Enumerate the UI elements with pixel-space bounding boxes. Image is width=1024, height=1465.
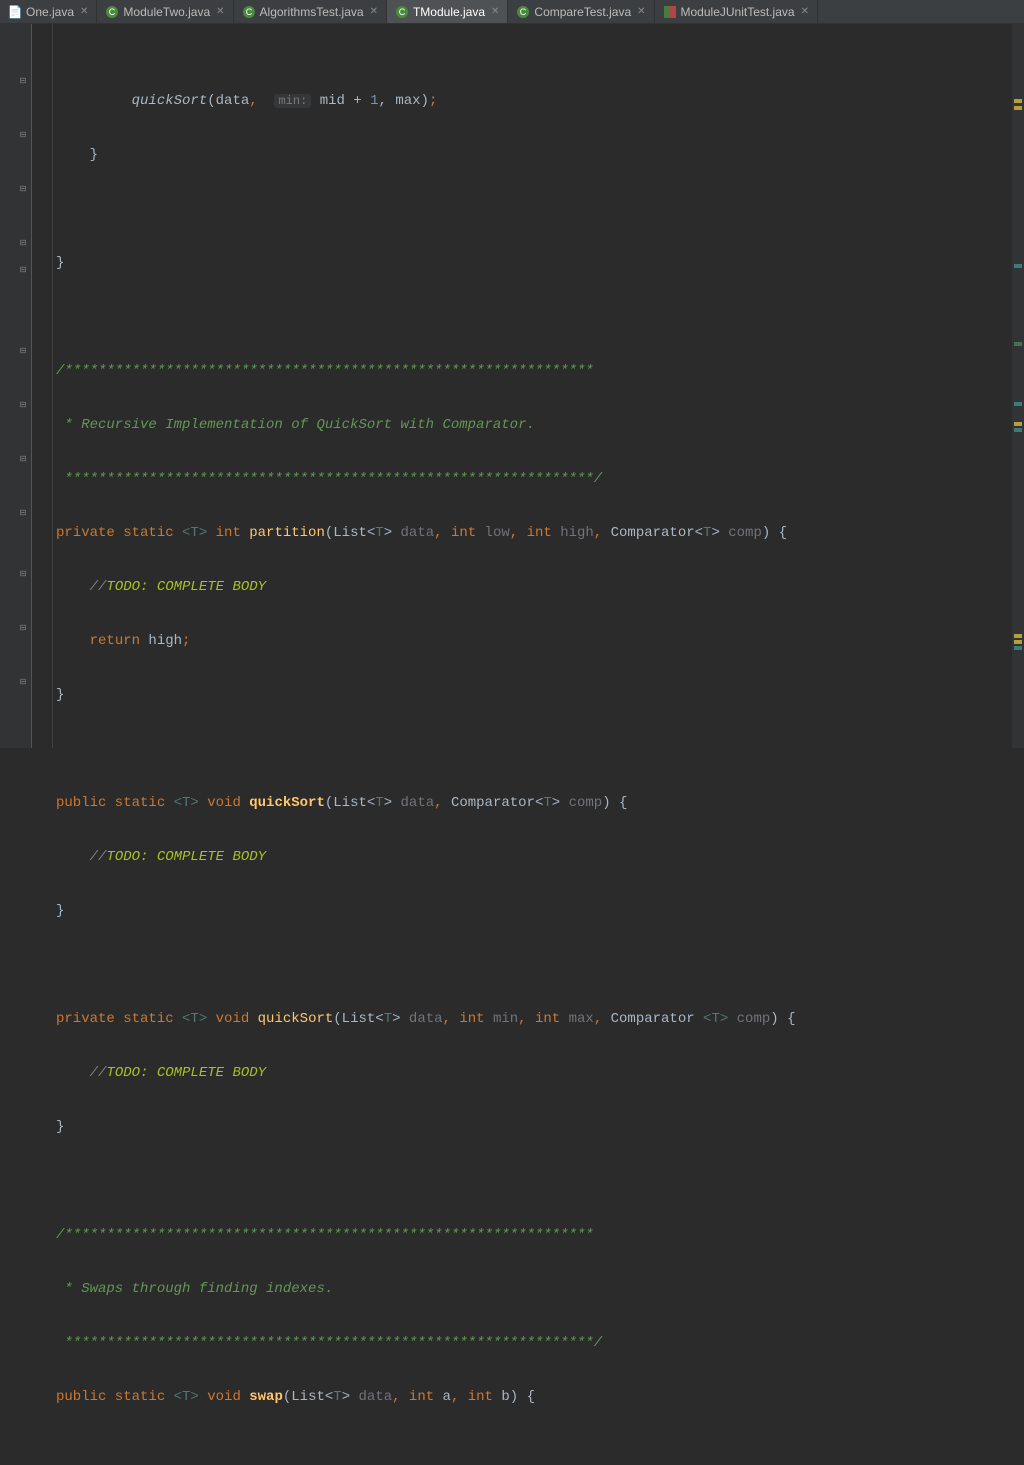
fold-icon[interactable]: ⊟ — [18, 569, 28, 579]
fold-icon[interactable]: ⊟ — [18, 265, 28, 275]
todo-marker[interactable] — [1014, 428, 1022, 432]
close-icon[interactable]: ✕ — [370, 6, 378, 17]
code-line — [56, 304, 1012, 331]
tab-label: AlgorithmsTest.java — [260, 5, 364, 19]
code-line: quickSort(data, min: mid + 1, max); — [56, 88, 1012, 115]
warning-marker[interactable] — [1014, 422, 1022, 426]
tab-label: ModuleJUnitTest.java — [681, 5, 795, 19]
indent-guide — [52, 24, 53, 748]
code-line: //TODO: COMPLETE BODY — [56, 1060, 1012, 1087]
code-line: * Swaps through finding indexes. — [56, 1276, 1012, 1303]
code-editor[interactable]: quickSort(data, min: mid + 1, max); } } … — [32, 24, 1012, 748]
code-line: ****************************************… — [56, 466, 1012, 493]
tab-modulejunittest[interactable]: ModuleJUnitTest.java ✕ — [655, 0, 818, 23]
warning-marker[interactable] — [1014, 634, 1022, 638]
tab-label: One.java — [26, 5, 74, 19]
fold-icon[interactable]: ⊟ — [18, 184, 28, 194]
tab-comparetest[interactable]: C CompareTest.java ✕ — [508, 0, 654, 23]
fold-icon[interactable]: ⊟ — [18, 76, 28, 86]
tab-label: TModule.java — [413, 5, 485, 19]
code-line: ****************************************… — [56, 1330, 1012, 1357]
warning-marker[interactable] — [1014, 106, 1022, 110]
close-icon[interactable]: ✕ — [80, 6, 88, 17]
class-icon: C — [242, 5, 256, 19]
code-line: } — [56, 1114, 1012, 1141]
svg-text:C: C — [109, 7, 116, 17]
code-line: * Recursive Implementation of QuickSort … — [56, 412, 1012, 439]
svg-text:C: C — [399, 7, 406, 17]
close-icon[interactable]: ✕ — [637, 6, 645, 17]
class-icon: C — [105, 5, 119, 19]
code-line: //TODO: COMPLETE BODY — [56, 844, 1012, 871]
hint-marker[interactable] — [1014, 342, 1022, 346]
code-line: private static <T> void quickSort(List<T… — [56, 1006, 1012, 1033]
code-line — [56, 736, 1012, 763]
editor-tabs: 📄 One.java ✕ C ModuleTwo.java ✕ C Algori… — [0, 0, 1024, 24]
tab-label: ModuleTwo.java — [123, 5, 210, 19]
code-line: } — [56, 142, 1012, 169]
todo-marker[interactable] — [1014, 402, 1022, 406]
editor-area: ⊟ ⊟ ⊟ ⊟ ⊟ ⊟ ⊟ ⊟ ⊟ ⊟ ⊟ ⊟ quickSort(data, … — [0, 24, 1024, 748]
code-line: /***************************************… — [56, 1222, 1012, 1249]
svg-text:C: C — [520, 7, 527, 17]
code-line: } — [56, 898, 1012, 925]
java-file-icon: 📄 — [8, 5, 22, 19]
close-icon[interactable]: ✕ — [801, 6, 809, 17]
code-line: public static <T> void quickSort(List<T>… — [56, 790, 1012, 817]
code-line: /***************************************… — [56, 358, 1012, 385]
warning-marker[interactable] — [1014, 640, 1022, 644]
code-line: } — [56, 250, 1012, 277]
junit-icon — [663, 5, 677, 19]
code-line: } — [56, 682, 1012, 709]
fold-icon[interactable]: ⊟ — [18, 130, 28, 140]
todo-marker[interactable] — [1014, 264, 1022, 268]
tab-one[interactable]: 📄 One.java ✕ — [0, 0, 97, 23]
tab-moduletwo[interactable]: C ModuleTwo.java ✕ — [97, 0, 233, 23]
code-line: private static <T> int partition(List<T>… — [56, 520, 1012, 547]
code-line: //TODO: COMPLETE BODY — [56, 574, 1012, 601]
fold-icon[interactable]: ⊟ — [18, 623, 28, 633]
fold-icon[interactable]: ⊟ — [18, 508, 28, 518]
class-icon: C — [395, 5, 409, 19]
gutter[interactable]: ⊟ ⊟ ⊟ ⊟ ⊟ ⊟ ⊟ ⊟ ⊟ ⊟ ⊟ ⊟ — [0, 24, 32, 748]
tab-algorithmstest[interactable]: C AlgorithmsTest.java ✕ — [234, 0, 387, 23]
code-line — [56, 1168, 1012, 1195]
warning-marker[interactable] — [1014, 99, 1022, 103]
code-line — [56, 196, 1012, 223]
fold-icon[interactable]: ⊟ — [18, 400, 28, 410]
class-icon: C — [516, 5, 530, 19]
fold-icon[interactable]: ⊟ — [18, 238, 28, 248]
error-stripe[interactable] — [1012, 24, 1024, 748]
code-line — [56, 952, 1012, 979]
todo-marker[interactable] — [1014, 646, 1022, 650]
fold-icon[interactable]: ⊟ — [18, 677, 28, 687]
tab-label: CompareTest.java — [534, 5, 631, 19]
fold-icon[interactable]: ⊟ — [18, 454, 28, 464]
close-icon[interactable]: ✕ — [216, 6, 224, 17]
svg-text:C: C — [245, 7, 252, 17]
close-icon[interactable]: ✕ — [491, 6, 499, 17]
code-line: public static <T> void swap(List<T> data… — [56, 1384, 1012, 1411]
tab-tmodule[interactable]: C TModule.java ✕ — [387, 0, 508, 23]
code-line: return high; — [56, 628, 1012, 655]
fold-icon[interactable]: ⊟ — [18, 346, 28, 356]
